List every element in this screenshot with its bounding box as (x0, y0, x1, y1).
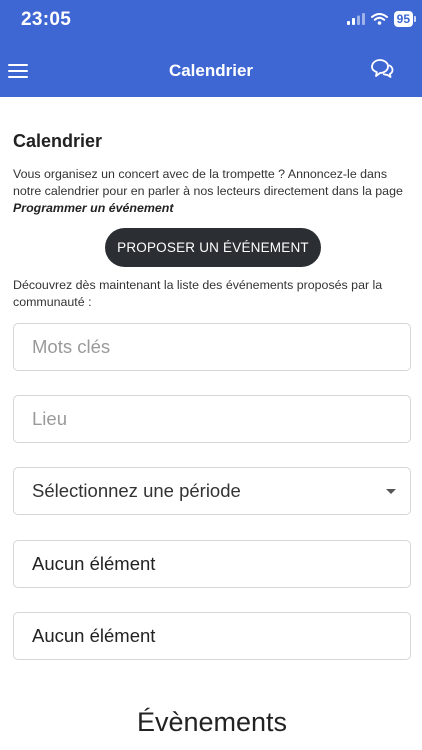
filter-field-2[interactable]: Aucun élément (13, 612, 411, 660)
filter-field-1[interactable]: Aucun élément (13, 540, 411, 588)
discover-text: Découvrez dès maintenant la liste des év… (13, 278, 383, 309)
app-header: 23:05 95 Calendrier (0, 0, 422, 97)
period-select-value: Sélectionnez une période (32, 480, 241, 501)
status-time: 23:05 (21, 9, 72, 30)
filter-field-1-value: Aucun élément (32, 553, 156, 574)
cellular-signal-icon (346, 13, 365, 25)
events-heading: Évènements (136, 707, 288, 737)
nav-title: Calendrier (168, 61, 254, 80)
wifi-icon (370, 13, 388, 25)
period-select[interactable]: Sélectionnez une période (13, 467, 411, 515)
battery-icon: 95 (393, 11, 417, 27)
chevron-down-icon (386, 489, 396, 494)
keywords-input[interactable] (32, 336, 410, 358)
intro-text: Vous organisez un concert avec de la tro… (13, 166, 411, 217)
schedule-event-link[interactable]: Programmer un événement (13, 200, 411, 217)
page-title: Calendrier (13, 131, 103, 151)
location-input[interactable] (32, 408, 410, 430)
keywords-field[interactable] (13, 323, 411, 371)
intro-paragraph: Vous organisez un concert avec de la tro… (13, 167, 403, 198)
propose-event-button[interactable]: PROPOSER UN ÉVÉNEMENT (105, 228, 321, 267)
filter-field-2-value: Aucun élément (32, 625, 156, 646)
chat-icon[interactable] (370, 58, 394, 80)
location-field[interactable] (13, 395, 411, 443)
status-icons: 95 (346, 11, 417, 27)
